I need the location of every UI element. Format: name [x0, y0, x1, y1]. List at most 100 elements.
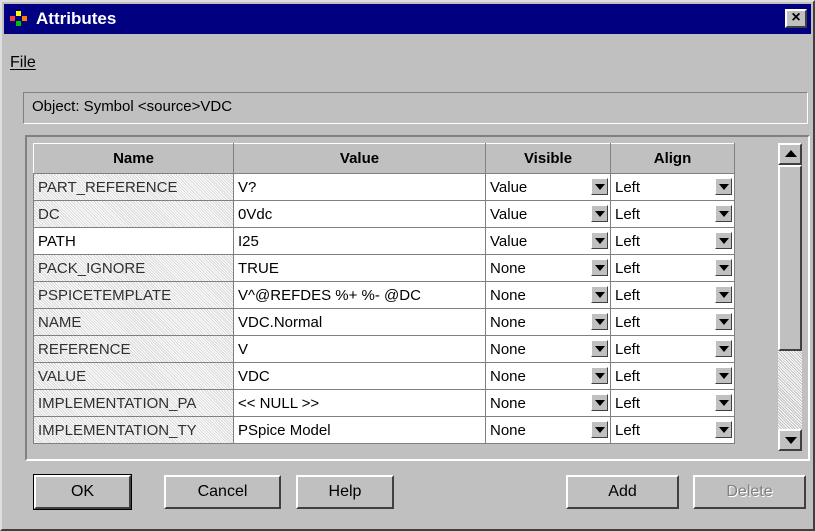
menu-file[interactable]: File — [10, 54, 36, 71]
attribute-name-cell[interactable]: VALUE — [33, 362, 234, 390]
scroll-thumb[interactable] — [778, 165, 802, 351]
dropdown-arrow-icon[interactable] — [715, 205, 732, 222]
object-text: Object: Symbol <source>VDC — [32, 98, 233, 115]
align-select[interactable]: Left — [610, 362, 735, 390]
attribute-value-cell[interactable]: V — [233, 335, 486, 363]
attribute-name-cell[interactable]: IMPLEMENTATION_TY — [33, 416, 234, 444]
attributes-dialog: Attributes × File Object: Symbol <source… — [0, 0, 815, 531]
align-select[interactable]: Left — [610, 416, 735, 444]
visible-select-text: None — [490, 367, 526, 385]
visible-select[interactable]: None — [485, 308, 611, 336]
attribute-name-cell[interactable]: DC — [33, 200, 234, 228]
attribute-name-cell[interactable]: PATH — [33, 227, 234, 255]
align-select[interactable]: Left — [610, 389, 735, 417]
visible-select-text: None — [490, 286, 526, 304]
align-select[interactable]: Left — [610, 281, 735, 309]
dropdown-arrow-icon[interactable] — [591, 367, 608, 384]
visible-select[interactable]: Value — [485, 200, 611, 228]
attribute-value-cell[interactable]: 0Vdc — [233, 200, 486, 228]
dropdown-arrow-icon[interactable] — [591, 340, 608, 357]
dropdown-arrow-icon[interactable] — [715, 394, 732, 411]
attribute-name-cell[interactable]: PART_REFERENCE — [33, 173, 234, 201]
attribute-value-cell[interactable]: << NULL >> — [233, 389, 486, 417]
attribute-name-cell-text: PATH — [38, 232, 76, 250]
title-bar[interactable]: Attributes × — [4, 4, 811, 34]
dropdown-arrow-icon[interactable] — [715, 340, 732, 357]
align-select[interactable]: Left — [610, 200, 735, 228]
dropdown-arrow-icon[interactable] — [591, 286, 608, 303]
scroll-down-icon[interactable] — [778, 429, 802, 451]
attribute-name-cell[interactable]: REFERENCE — [33, 335, 234, 363]
attribute-value-cell[interactable]: TRUE — [233, 254, 486, 282]
dropdown-arrow-icon[interactable] — [591, 394, 608, 411]
attribute-value-cell[interactable]: VDC — [233, 362, 486, 390]
table-row[interactable]: PSPICETEMPLATE V^@REFDES %+ %- @DC None Lef… — [33, 281, 735, 309]
dropdown-arrow-icon[interactable] — [715, 313, 732, 330]
dropdown-arrow-icon[interactable] — [715, 259, 732, 276]
align-select-text: Left — [615, 286, 641, 304]
table-row[interactable]: IMPLEMENTATION_TY PSpice Model None Left — [33, 416, 735, 444]
close-button[interactable]: × — [785, 9, 807, 28]
visible-select-text: None — [490, 394, 526, 412]
align-select[interactable]: Left — [610, 227, 735, 255]
table-row[interactable]: PATH I25 Value Left — [33, 227, 735, 255]
visible-select[interactable]: Value — [485, 227, 611, 255]
col-header-name[interactable]: Name — [33, 143, 234, 174]
visible-select-text: Value — [490, 205, 528, 223]
dropdown-arrow-icon[interactable] — [715, 421, 732, 438]
delete-button[interactable]: Delete — [693, 475, 806, 509]
dropdown-arrow-icon[interactable] — [591, 259, 608, 276]
dropdown-arrow-icon[interactable] — [591, 421, 608, 438]
help-button[interactable]: Help — [296, 475, 394, 509]
dropdown-arrow-icon[interactable] — [715, 367, 732, 384]
visible-select[interactable]: None — [485, 416, 611, 444]
attribute-value-cell[interactable]: V^@REFDES %+ %- @DC — [233, 281, 486, 309]
table-row[interactable]: NAME VDC.Normal None Left — [33, 308, 735, 336]
dropdown-arrow-icon[interactable] — [591, 313, 608, 330]
attribute-name-cell[interactable]: PACK_IGNORE — [33, 254, 234, 282]
attribute-value-cell-text: TRUE — [238, 259, 279, 277]
visible-select[interactable]: Value — [485, 173, 611, 201]
align-select[interactable]: Left — [610, 308, 735, 336]
align-select[interactable]: Left — [610, 335, 735, 363]
add-button[interactable]: Add — [566, 475, 679, 509]
align-select-text: Left — [615, 367, 641, 385]
attribute-name-cell-text: PART_REFERENCE — [38, 178, 178, 196]
table-row[interactable]: PACK_IGNORE TRUE None Left — [33, 254, 735, 282]
attribute-name-cell[interactable]: IMPLEMENTATION_PA — [33, 389, 234, 417]
attribute-name-cell[interactable]: PSPICETEMPLATE — [33, 281, 234, 309]
col-header-align[interactable]: Align — [610, 143, 735, 174]
align-select[interactable]: Left — [610, 254, 735, 282]
visible-select[interactable]: None — [485, 335, 611, 363]
table-row[interactable]: VALUE VDC None Left — [33, 362, 735, 390]
table-row[interactable]: REFERENCE V None Left — [33, 335, 735, 363]
visible-select[interactable]: None — [485, 362, 611, 390]
table-row[interactable]: IMPLEMENTATION_PA << NULL >> None Left — [33, 389, 735, 417]
attribute-table: Name Value Visible Align PART_REFERENCE V… — [33, 143, 735, 444]
attribute-value-cell[interactable]: VDC.Normal — [233, 308, 486, 336]
align-select[interactable]: Left — [610, 173, 735, 201]
attribute-name-cell-text: NAME — [38, 313, 82, 331]
dropdown-arrow-icon[interactable] — [591, 178, 608, 195]
cancel-button[interactable]: Cancel — [164, 475, 281, 509]
dropdown-arrow-icon[interactable] — [715, 286, 732, 303]
col-header-value[interactable]: Value — [233, 143, 486, 174]
ok-button[interactable]: OK — [33, 474, 132, 510]
visible-select[interactable]: None — [485, 254, 611, 282]
visible-select[interactable]: None — [485, 389, 611, 417]
dropdown-arrow-icon[interactable] — [715, 232, 732, 249]
attribute-value-cell[interactable]: V? — [233, 173, 486, 201]
table-row[interactable]: PART_REFERENCE V? Value Left — [33, 173, 735, 201]
dropdown-arrow-icon[interactable] — [591, 232, 608, 249]
attribute-value-cell[interactable]: I25 — [233, 227, 486, 255]
attribute-name-cell-text: REFERENCE — [38, 340, 131, 358]
attribute-value-cell[interactable]: PSpice Model — [233, 416, 486, 444]
scroll-up-icon[interactable] — [778, 143, 802, 165]
visible-select[interactable]: None — [485, 281, 611, 309]
dropdown-arrow-icon[interactable] — [715, 178, 732, 195]
col-header-visible[interactable]: Visible — [485, 143, 611, 174]
dropdown-arrow-icon[interactable] — [591, 205, 608, 222]
table-row[interactable]: DC 0Vdc Value Left — [33, 200, 735, 228]
vertical-scrollbar[interactable] — [778, 143, 802, 451]
attribute-name-cell[interactable]: NAME — [33, 308, 234, 336]
